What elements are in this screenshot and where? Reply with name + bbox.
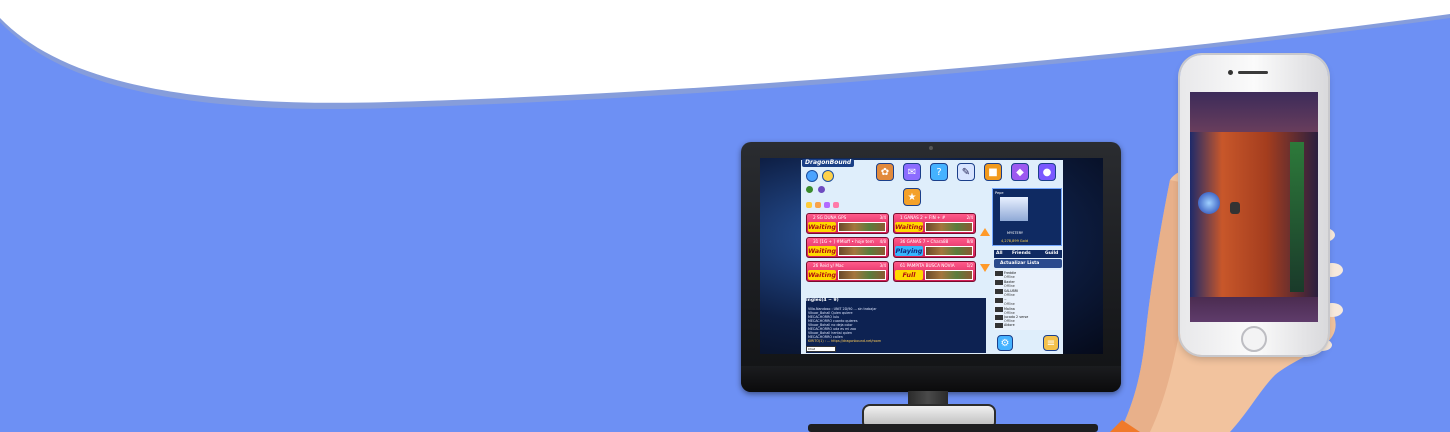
filter-icon[interactable] [833,202,839,208]
coin-icon[interactable] [822,170,834,182]
chat-channel-label: Ingles(4 ~ 9) [806,298,839,303]
chat-panel: Villa.Nandoso : UNIT 2D/90 ... sin traba… [806,298,986,353]
player-gold: 4,278,899 Gold [1001,239,1028,243]
chest-icon[interactable]: ◆ [1011,163,1029,181]
friend-status: Offline [1004,275,1015,279]
potion-icon[interactable]: ● [1038,163,1056,181]
room-map-thumbnail [925,222,973,232]
filter-icon[interactable] [806,202,812,208]
player-icon[interactable] [806,186,813,193]
gift-icon[interactable]: ■ [984,163,1002,181]
friend-name[interactable]: Aldore [1004,323,1015,327]
chat-input[interactable]: Chat [806,346,836,352]
player-name: Pepe [995,191,1004,195]
room-title: 1 GANAS 2 + FIN + # [900,215,946,220]
room-title: 2 SG DUNA GPS [813,215,847,220]
room-title: 26 Reid y/ Mac [813,263,844,268]
earpiece-speaker [1238,71,1268,74]
front-camera-icon [1228,70,1233,75]
phone-screen-game [1190,92,1318,322]
keyboard [808,424,1098,432]
player-guild: MYSTERY [1007,231,1024,235]
wind-compass-icon [1198,192,1220,214]
room-map-thumbnail [838,270,886,280]
question-icon[interactable]: ? [930,163,948,181]
webcam-icon [929,146,933,150]
notes-icon[interactable]: ≡ [1043,335,1059,351]
room-status: Waiting [808,246,836,256]
chat-line: KIRITO(1) : ... https://dragonbound.net/… [808,339,882,343]
room-player-count: 4/8 [879,239,886,244]
tab-friends[interactable]: Friends [1012,251,1031,256]
game-logo: DragonBound [802,159,855,167]
friends-list: Freddie Offline Baxter Offline SALUBRI O… [994,270,1062,330]
room-player-count: 2/4 [966,215,973,220]
avatar [995,271,1003,276]
room-card[interactable]: 61 PAMPITA BUSCA NOVIA 1/2 Full [893,261,976,282]
room-map-thumbnail [925,270,973,280]
room-map-thumbnail [838,246,886,256]
player-icon[interactable] [818,186,825,193]
friend-status: Offline [1004,302,1015,306]
home-button[interactable] [1241,326,1267,352]
settings-icon[interactable]: ⚙ [997,335,1013,351]
room-player-count: 3/4 [879,263,886,268]
avatar [995,323,1003,328]
filter-icon[interactable] [824,202,830,208]
friend-status: Offline [1004,284,1015,288]
room-player-count: 1/2 [966,263,973,268]
avatar [995,289,1003,294]
refresh-friends-button[interactable]: Actualizar Lista [994,259,1062,268]
tab-guild[interactable]: Guild [1045,251,1058,256]
room-map-thumbnail [838,222,886,232]
room-status: Waiting [895,222,923,232]
room-status: Full [895,270,923,280]
room-card[interactable]: 31 [1G + ] #Mioff • hoje tem 4/8 Waiting [806,237,889,258]
page-down-arrow-icon[interactable] [980,264,990,272]
avatar [995,315,1003,320]
friend-status: Offline [1004,293,1015,297]
shop-icon[interactable]: ★ [903,188,921,206]
mailbox-icon[interactable]: ✉ [903,163,921,181]
room-status: Waiting [808,222,836,232]
power-gauge [1290,142,1304,292]
mushroom-icon[interactable]: ✿ [876,163,894,181]
tab-all[interactable]: All [996,251,1003,256]
room-status: Playing [895,246,923,256]
avatar [995,298,1003,303]
room-status: Waiting [808,270,836,280]
page-up-arrow-icon[interactable] [980,228,990,236]
room-card[interactable]: 2 SG DUNA GPS 3/4 Waiting [806,213,889,234]
room-title: 36 GANAS 7 • Chara88 [900,239,949,244]
room-player-count: 8/8 [966,239,973,244]
room-card[interactable]: 1 GANAS 2 + FIN + # 2/4 Waiting [893,213,976,234]
player-tank-icon [1230,202,1240,214]
room-player-count: 3/4 [879,215,886,220]
room-title: 31 [1G + ] #Mioff • hoje tem [813,239,874,244]
room-map-thumbnail [925,246,973,256]
avatar [995,280,1003,285]
player-avatar [1000,197,1028,221]
paper-icon[interactable]: ✎ [957,163,975,181]
avatar-circle-icon[interactable] [806,170,818,182]
room-card[interactable]: 26 Reid y/ Mac 3/4 Waiting [806,261,889,282]
avatar [995,307,1003,312]
filter-icon[interactable] [815,202,821,208]
room-card[interactable]: 36 GANAS 7 • Chara88 8/8 Playing [893,237,976,258]
monitor-chin [741,366,1121,392]
room-title: 61 PAMPITA BUSCA NOVIA [900,263,955,268]
